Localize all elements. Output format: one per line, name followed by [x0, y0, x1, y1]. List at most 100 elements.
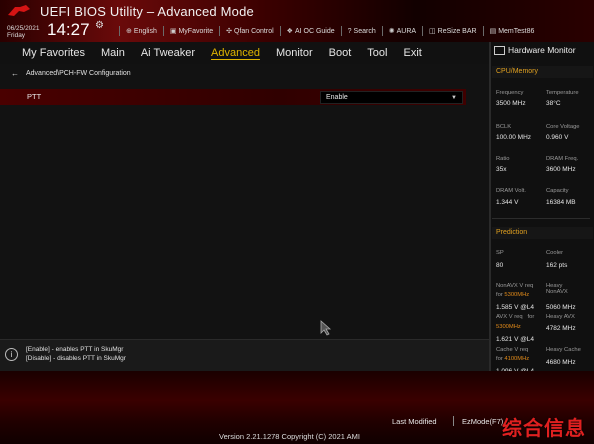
- hm-label: Ratio: [496, 156, 510, 162]
- search-button[interactable]: ? Search: [348, 28, 376, 35]
- help-text: [Enable] - enables PTT in SkuMgr [Disabl…: [26, 346, 126, 363]
- toolbar-label: ReSize BAR: [437, 27, 477, 35]
- hm-label: for 4100MHz: [496, 356, 530, 362]
- hm-label: Heavy NonAVX: [546, 283, 568, 295]
- toolbar-label: Search: [353, 27, 376, 35]
- tab-advanced[interactable]: Advanced: [203, 47, 268, 59]
- hm-value: 1.585 V @L4: [496, 304, 535, 311]
- aura-icon: ✺: [388, 28, 395, 35]
- main-nav: My Favorites Main Ai Tweaker Advanced Mo…: [0, 42, 489, 64]
- toolbar-divider: [219, 26, 221, 36]
- tab-exit[interactable]: Exit: [395, 47, 429, 59]
- hm-label: Frequency: [496, 90, 524, 96]
- breadcrumb: ← Advanced\PCH-FW Configuration: [11, 69, 131, 78]
- mouse-cursor-icon: [320, 320, 332, 336]
- resize-icon: ◫: [429, 28, 436, 35]
- hm-label: Capacity: [546, 188, 569, 194]
- watermark-text: 综合信息: [502, 416, 586, 440]
- hm-label: SP: [496, 250, 504, 256]
- tab-my-favorites[interactable]: My Favorites: [0, 47, 93, 59]
- hm-label: for 5300MHz: [496, 292, 530, 298]
- divider: [492, 218, 590, 219]
- toolbar-label: MemTest86: [498, 27, 535, 35]
- toolbar-divider: [119, 26, 120, 36]
- hm-label: Temperature: [546, 90, 579, 96]
- toolbar-divider: [381, 26, 383, 36]
- hm-label: 5300MHz: [496, 324, 521, 330]
- tab-main[interactable]: Main: [93, 47, 133, 59]
- section-prediction: Prediction: [492, 227, 593, 239]
- hm-label: Cooler: [546, 250, 564, 256]
- ptt-select-value: Enable: [326, 94, 348, 101]
- hm-label: Core Voltage: [546, 124, 580, 130]
- hm-label: DRAM Freq.: [546, 156, 579, 162]
- hm-label: BCLK: [496, 124, 512, 130]
- hm-value: 4680 MHz: [546, 359, 576, 366]
- ezmode-button[interactable]: EzMode(F7): [462, 417, 503, 426]
- ai-oc-guide-button[interactable]: ❖ AI OC Guide: [286, 27, 335, 36]
- hm-label: Cache V req: [496, 347, 529, 353]
- toolbar-divider: [340, 26, 342, 36]
- tab-monitor[interactable]: Monitor: [268, 47, 321, 59]
- search-icon: ?: [347, 27, 352, 35]
- hm-value: 1.621 V @L4: [496, 336, 535, 343]
- hm-value: 1.344 V: [496, 199, 519, 206]
- last-modified-button[interactable]: Last Modified: [392, 417, 437, 426]
- hm-value: 3600 MHz: [546, 166, 576, 173]
- language-button[interactable]: ⊕ English: [126, 27, 157, 36]
- hm-label: Heavy AVX: [546, 314, 575, 320]
- date-display: 06/25/2021 Friday: [7, 25, 40, 39]
- resize-bar-button[interactable]: ◫ ReSize BAR: [429, 27, 477, 36]
- hardware-monitor-title: Hardware Monitor: [494, 45, 576, 55]
- setting-label-ptt: PTT: [27, 92, 42, 101]
- hm-value: 0.960 V: [546, 134, 569, 141]
- hm-label: Heavy Cache: [546, 347, 581, 353]
- top-toolbar: ⊕ English ▣ MyFavorite ✣ Qfan Control ❖ AI O…: [119, 24, 534, 38]
- hm-label: NonAVX V req: [496, 283, 534, 289]
- info-icon: i: [5, 348, 18, 361]
- myfavorite-button[interactable]: ▣ MyFavorite: [169, 27, 214, 36]
- clock-time: 14:27: [47, 20, 90, 39]
- globe-icon: ⊕: [126, 28, 132, 35]
- hm-value: 35x: [496, 166, 507, 173]
- footer-divider: [453, 416, 454, 426]
- tab-tool[interactable]: Tool: [359, 47, 395, 59]
- qfan-control-button[interactable]: ✣ Qfan Control: [226, 27, 274, 36]
- help-line: [Enable] - enables PTT in SkuMgr: [26, 346, 124, 353]
- toolbar-label: AURA: [396, 27, 417, 35]
- hm-value: 162 pts: [546, 262, 568, 269]
- hm-value: 3500 MHz: [496, 100, 526, 107]
- breadcrumb-path: Advanced\PCH-FW Configuration: [26, 70, 131, 77]
- toolbar-label: AI OC Guide: [294, 27, 335, 35]
- ptt-select[interactable]: Enable ▼: [320, 91, 463, 104]
- toolbar-divider: [162, 26, 164, 36]
- settings-panel: [0, 64, 489, 339]
- hm-value: 5060 MHz: [546, 304, 576, 311]
- memtest-button[interactable]: ▤ MemTest86: [489, 27, 535, 36]
- hm-value: 38°C: [546, 100, 561, 107]
- monitor-icon: [494, 45, 505, 55]
- app-title: UEFI BIOS Utility – Advanced Mode: [40, 4, 254, 19]
- toolbar-label: MyFavorite: [178, 27, 214, 35]
- hm-label: DRAM Volt.: [496, 188, 526, 194]
- toolbar-label: English: [133, 27, 157, 35]
- hm-value: 100.00 MHz: [496, 134, 532, 141]
- gear-icon[interactable]: ⚙: [95, 20, 104, 31]
- tab-ai-tweaker[interactable]: Ai Tweaker: [133, 47, 203, 59]
- toolbar-divider: [279, 26, 281, 36]
- tab-boot[interactable]: Boot: [321, 47, 360, 59]
- section-cpu-memory: CPU/Memory: [492, 66, 593, 78]
- rog-logo-icon: [8, 5, 30, 16]
- hm-value: 4782 MHz: [546, 325, 576, 332]
- fan-icon: ✣: [226, 28, 232, 35]
- version-text: Version 2.21.1278 Copyright (C) 2021 AMI: [219, 432, 360, 441]
- memtest-icon: ▤: [489, 28, 497, 35]
- ai-icon: ❖: [286, 28, 293, 35]
- toolbar-divider: [422, 26, 424, 36]
- toolbar-label: Qfan Control: [233, 27, 274, 35]
- toolbar-divider: [482, 26, 484, 36]
- aura-button[interactable]: ✺ AURA: [388, 27, 417, 36]
- hm-label: AVX V req for: [496, 314, 535, 320]
- star-icon: ▣: [169, 28, 177, 35]
- back-arrow-icon[interactable]: ←: [11, 69, 19, 78]
